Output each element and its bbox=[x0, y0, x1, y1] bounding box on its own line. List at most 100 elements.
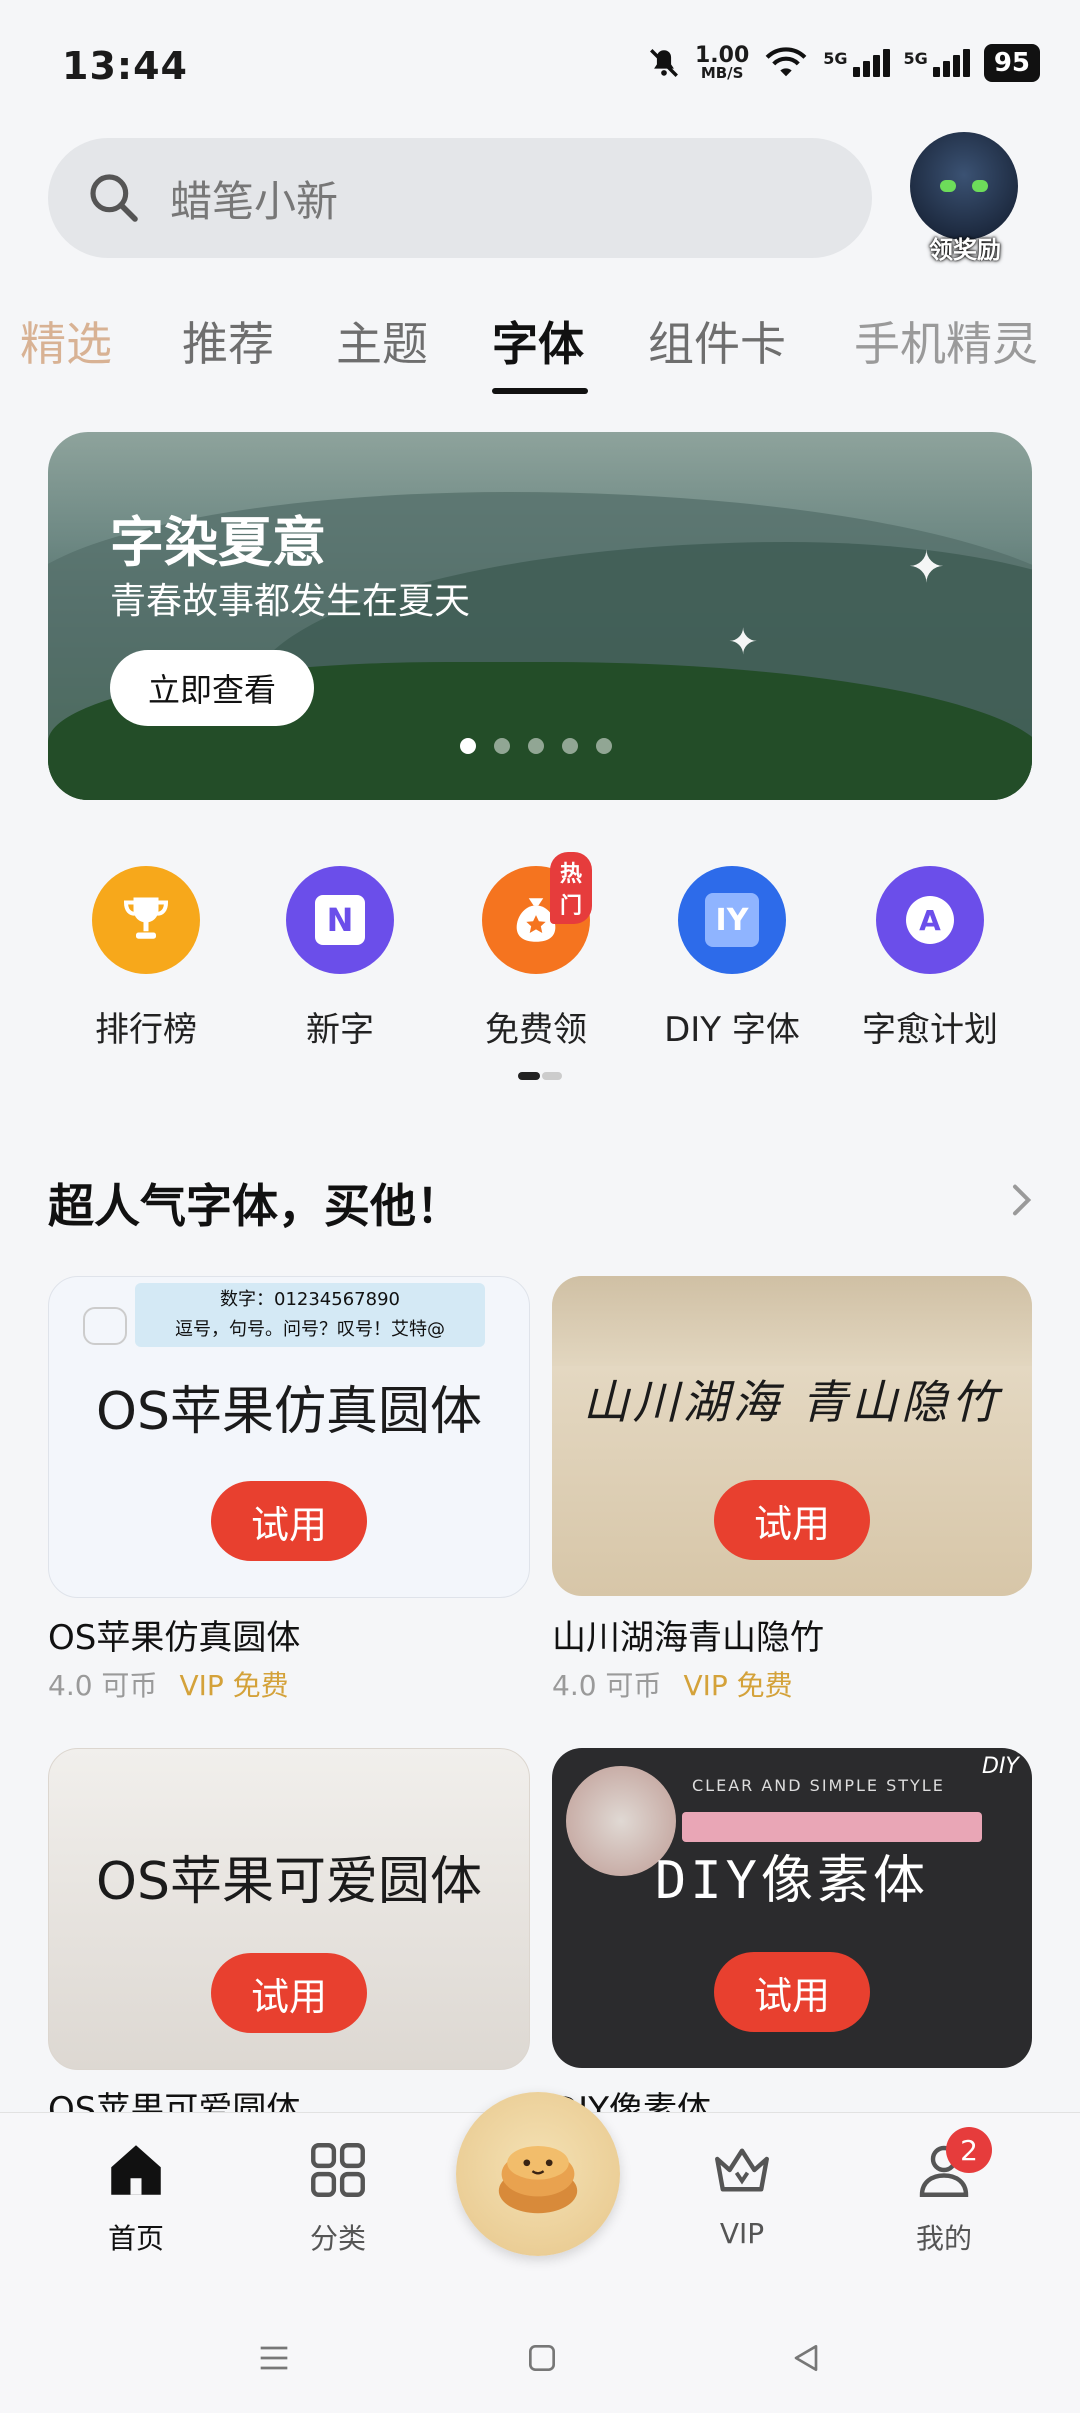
font-price: 4.0 可币 VIP 免费 bbox=[48, 1664, 289, 1704]
font-preview: DIY像素体 bbox=[655, 1851, 929, 1911]
banner-title: 字染夏意 bbox=[110, 511, 326, 574]
tab-font[interactable]: 字体 bbox=[492, 308, 584, 374]
search-placeholder: 蜡笔小新 bbox=[170, 176, 339, 226]
nav-profile[interactable]: 2 我的 bbox=[864, 2127, 1024, 2257]
quick-new-font[interactable]: N 新字 bbox=[240, 860, 440, 1051]
tab-featured[interactable]: 精选 bbox=[20, 308, 112, 374]
category-tabs: 精选 推荐 主题 字体 组件卡 手机精灵 bbox=[0, 290, 1080, 400]
pancake-mascot-icon bbox=[498, 2146, 578, 2214]
quick-ranking[interactable]: 排行榜 bbox=[46, 860, 246, 1051]
a-icon: A bbox=[876, 866, 984, 974]
deco-text: CLEAR AND SIMPLE STYLE bbox=[692, 1776, 945, 1795]
diy-icon: IY bbox=[678, 866, 786, 974]
font-preview: OS苹果仿真圆体 bbox=[96, 1382, 482, 1442]
speed-value: 1.00 bbox=[695, 43, 750, 68]
vip-free-label: VIP 免费 bbox=[683, 1669, 793, 1702]
banner-dot bbox=[562, 738, 578, 754]
search-icon bbox=[90, 174, 138, 222]
nav-category-label: 分类 bbox=[309, 2222, 366, 2255]
status-icons: 1.00 MB/S 5G 5G 95 bbox=[647, 44, 1040, 82]
banner-view-button[interactable]: 立即查看 bbox=[110, 650, 314, 726]
price-label: 4.0 可币 bbox=[552, 1669, 662, 1702]
quick-diy-font-label: DIY 字体 bbox=[664, 1010, 800, 1050]
font-name[interactable]: 山川湖海青山隐竹 bbox=[552, 1610, 824, 1659]
quick-free-label: 免费领 bbox=[485, 1010, 587, 1050]
quick-healing-plan[interactable]: A 字愈计划 bbox=[830, 860, 1030, 1051]
font-sample-line: 数字：01234567890 bbox=[220, 1289, 400, 1310]
tab-theme[interactable]: 主题 bbox=[336, 308, 428, 374]
home-square-icon[interactable] bbox=[522, 2338, 562, 2378]
price-label: 4.0 可币 bbox=[48, 1669, 158, 1702]
banner-dot bbox=[596, 738, 612, 754]
notification-badge: 2 bbox=[946, 2127, 992, 2173]
promo-banner[interactable]: ✦ ✦ 字染夏意 青春故事都发生在夏天 立即查看 bbox=[48, 432, 1032, 800]
speed-unit: MB/S bbox=[700, 64, 744, 82]
font-preview: OS苹果可爱圆体 bbox=[96, 1852, 482, 1912]
status-bar: 13:44 1.00 MB/S 5G 5G 95 bbox=[0, 0, 1080, 130]
network-speed: 1.00 MB/S bbox=[695, 43, 750, 82]
banner-dot bbox=[460, 738, 476, 754]
reward-label: 领奖励 bbox=[929, 236, 1001, 264]
center-mascot-button[interactable] bbox=[456, 2092, 620, 2256]
quick-ranking-label: 排行榜 bbox=[95, 1010, 197, 1050]
nav-home-label: 首页 bbox=[107, 2222, 164, 2255]
tab-recommend[interactable]: 推荐 bbox=[182, 308, 274, 374]
nav-category[interactable]: 分类 bbox=[258, 2137, 418, 2257]
sparkle-icon: ✦ bbox=[728, 622, 759, 663]
vip-free-label: VIP 免费 bbox=[179, 1669, 289, 1702]
quick-new-font-label: 新字 bbox=[306, 1010, 374, 1050]
chevron-right-icon[interactable] bbox=[1000, 1176, 1040, 1224]
nav-profile-label: 我的 bbox=[915, 2222, 972, 2255]
search-bar[interactable]: 蜡笔小新 bbox=[48, 138, 872, 258]
font-card[interactable]: OS苹果可爱圆体 试用 bbox=[48, 1748, 530, 2070]
nav-vip-label: VIP bbox=[719, 2217, 765, 2250]
banner-dot bbox=[528, 738, 544, 754]
trophy-icon bbox=[92, 866, 200, 974]
nav-home[interactable]: 首页 bbox=[56, 2137, 216, 2257]
signal-sim1-icon: 5G bbox=[823, 49, 890, 77]
wifi-icon bbox=[765, 47, 807, 77]
system-nav-bar bbox=[0, 2310, 1080, 2410]
try-button[interactable]: 试用 bbox=[714, 1480, 870, 1560]
quick-healing-plan-label: 字愈计划 bbox=[862, 1010, 998, 1050]
butterfly-icon: ✦ bbox=[908, 542, 945, 593]
n-icon: N bbox=[286, 866, 394, 974]
banner-subtitle: 青春故事都发生在夏天 bbox=[110, 581, 471, 622]
hot-badge: 热门 bbox=[550, 852, 593, 924]
banner-dot bbox=[494, 738, 510, 754]
menu-lines-icon[interactable] bbox=[254, 2338, 294, 2378]
battery-indicator: 95 bbox=[983, 44, 1040, 82]
dragon-avatar-icon bbox=[910, 132, 1018, 240]
font-card[interactable]: 山川湖海 青山隐竹 试用 bbox=[552, 1276, 1032, 1596]
font-preview: 山川湖海 青山隐竹 bbox=[582, 1375, 1002, 1429]
quick-entry-pager bbox=[518, 1072, 562, 1080]
font-name[interactable]: OS苹果仿真圆体 bbox=[48, 1610, 300, 1659]
home-icon bbox=[111, 2145, 161, 2195]
corner-label: DIY bbox=[982, 1754, 1019, 1779]
try-button[interactable]: 试用 bbox=[714, 1952, 870, 2032]
mute-bell-icon bbox=[650, 49, 678, 77]
font-sample-line: 逗号，句号。问号？叹号！艾特@ bbox=[175, 1319, 445, 1340]
try-button[interactable]: 试用 bbox=[211, 1953, 367, 2033]
moneybag-icon: 热门 bbox=[482, 852, 593, 974]
quick-entry-row: 排行榜 N 新字 热门 免费领 IY DIY 字体 A 字愈计划 bbox=[0, 852, 1080, 1051]
tab-widget-card[interactable]: 组件卡 bbox=[648, 308, 786, 374]
font-card[interactable]: 数字：01234567890 逗号，句号。问号？叹号！艾特@ OS苹果仿真圆体 … bbox=[48, 1276, 530, 1598]
grid-icon bbox=[311, 2143, 365, 2197]
nav-vip[interactable]: VIP bbox=[662, 2137, 822, 2250]
signal-sim2-icon: 5G bbox=[904, 49, 970, 77]
active-tab-indicator bbox=[492, 388, 588, 394]
quick-diy-font[interactable]: IY DIY 字体 bbox=[632, 860, 832, 1051]
tab-phone-sprite[interactable]: 手机精灵 bbox=[854, 308, 1038, 374]
quick-free[interactable]: 热门 免费领 bbox=[436, 852, 636, 1051]
font-price: 4.0 可币 VIP 免费 bbox=[552, 1664, 793, 1704]
try-button[interactable]: 试用 bbox=[211, 1481, 367, 1561]
section-title: 超人气字体，买他！ bbox=[48, 1179, 462, 1233]
font-card[interactable]: CLEAR AND SIMPLE STYLE DIY DIY像素体 试用 bbox=[552, 1748, 1032, 2068]
sim1-label: 5G bbox=[823, 49, 848, 68]
crown-icon bbox=[715, 2148, 769, 2192]
banner-pagination bbox=[460, 738, 612, 754]
reward-avatar-button[interactable]: 领奖励 bbox=[910, 132, 1020, 264]
sim2-label: 5G bbox=[903, 49, 928, 68]
back-triangle-icon[interactable] bbox=[786, 2338, 826, 2378]
